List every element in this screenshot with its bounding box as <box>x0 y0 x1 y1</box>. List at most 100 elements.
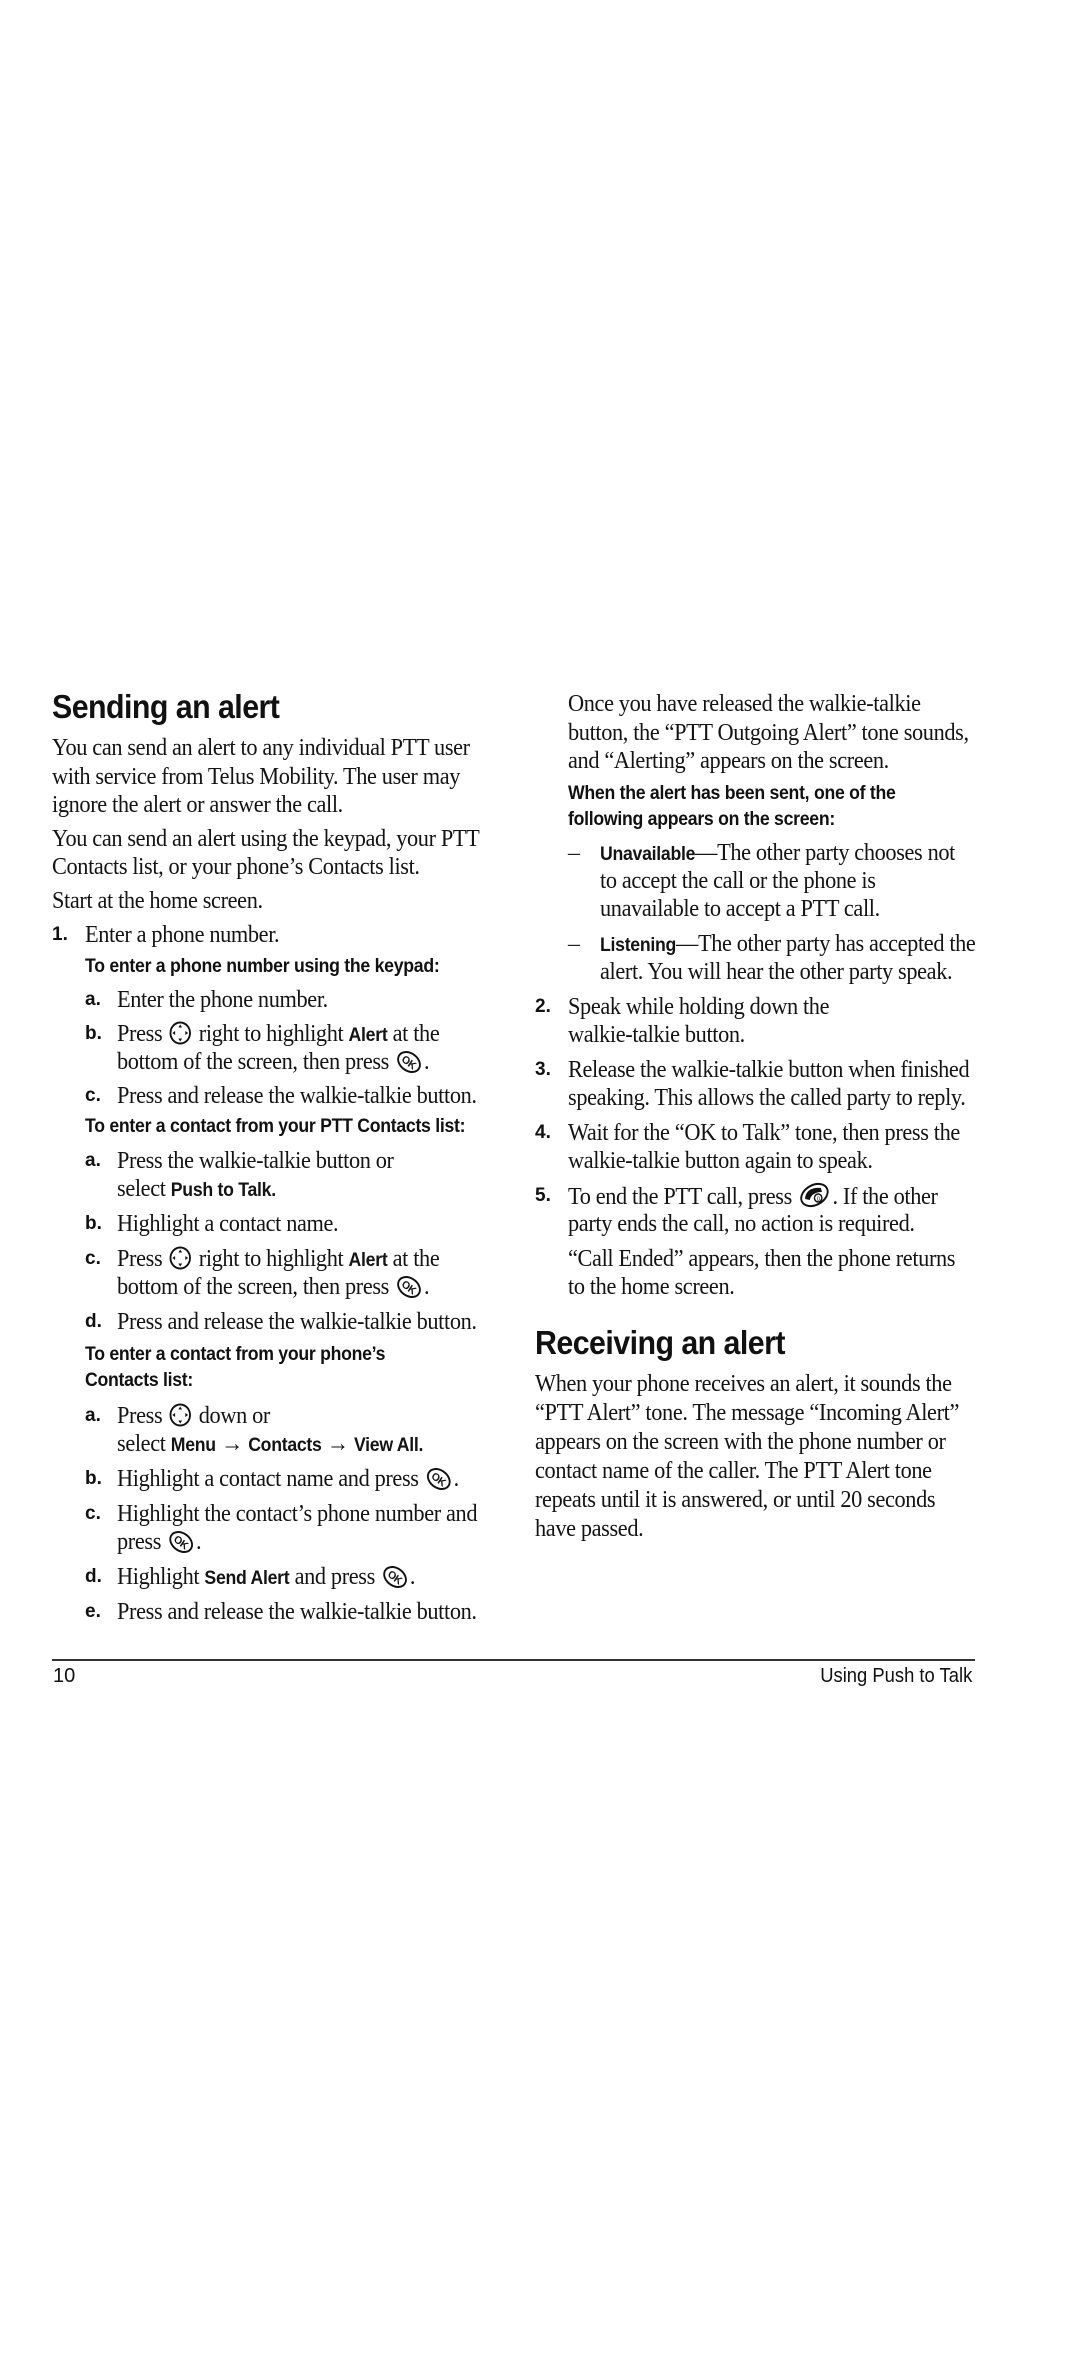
text: Press <box>117 1021 163 1047</box>
text: bottom of the screen, then press <box>117 1274 389 1300</box>
text: bottom of the screen, then press <box>117 1049 389 1075</box>
text: . <box>423 1049 430 1075</box>
bold-label: Send Alert <box>204 1568 290 1589</box>
bullet-line: Listening—The other party has accepted t… <box>600 930 976 960</box>
subheading-phone-contacts: To enter a contact from your phone’s <box>85 1344 386 1365</box>
contacts-label: Contacts <box>248 1435 322 1456</box>
step-line: select Push to Talk. <box>117 1175 276 1205</box>
step-letter: d. <box>85 1566 102 1587</box>
receiving-line: have passed. <box>535 1516 644 1542</box>
receiving-line: appears on the screen with the phone num… <box>535 1429 946 1455</box>
ok-key-icon: OK <box>426 1468 452 1497</box>
receiving-line: “PTT Alert” tone. The message “Incoming … <box>535 1400 959 1426</box>
step-letter: e. <box>85 1601 101 1622</box>
menu-label: Menu <box>170 1435 216 1456</box>
step-text: Press and release the walkie-talkie butt… <box>117 1083 477 1109</box>
intro-line: button, the “PTT Outgoing Alert” tone so… <box>568 720 969 746</box>
step-letter: c. <box>85 1503 101 1524</box>
step-text: Speak while holding down the <box>568 994 830 1020</box>
text: select <box>117 1176 166 1202</box>
subheading-ptt-contacts: To enter a contact from your PTT Contact… <box>85 1116 466 1137</box>
bullet-dash: – <box>568 840 580 866</box>
text: Press <box>117 1403 163 1429</box>
subheading-keypad: To enter a phone number using the keypad… <box>85 956 440 977</box>
intro-line: with service from Telus Mobility. The us… <box>52 764 461 790</box>
intro-line: ignore the alert or answer the call. <box>52 792 343 818</box>
section-heading-sending: Sending an alert <box>52 688 280 725</box>
footer-section-title: Using Push to Talk <box>819 1665 972 1687</box>
bullet-line: to accept the call or the phone is <box>600 868 876 894</box>
subheading-phone-contacts: Contacts list: <box>85 1370 194 1391</box>
step-text: Wait for the “OK to Talk” tone, then pre… <box>568 1120 960 1146</box>
step-text: Highlight a contact name. <box>117 1211 339 1237</box>
text: Press <box>117 1246 163 1272</box>
subheading-alert-sent: When the alert has been sent, one of the <box>568 783 896 804</box>
step-line: Highlight a contact name and press OK. <box>117 1465 459 1497</box>
step-text: speaking. This allows the called party t… <box>568 1085 966 1111</box>
call-ended-line: to the home screen. <box>568 1274 735 1300</box>
step-text: walkie-talkie button. <box>568 1022 745 1048</box>
intro-line: Once you have released the walkie-talkie <box>568 691 921 717</box>
step-line: bottom of the screen, then press OK. <box>117 1273 430 1305</box>
step-line: bottom of the screen, then press OK. <box>117 1048 430 1080</box>
text: at the <box>392 1021 440 1047</box>
intro-line: You can send an alert to any individual … <box>52 735 470 761</box>
bold-label: Alert <box>348 1250 388 1271</box>
intro-line: and “Alerting” appears on the screen. <box>568 748 889 774</box>
step-text: Press and release the walkie-talkie butt… <box>117 1309 477 1335</box>
bullet-line: alert. You will hear the other party spe… <box>600 959 953 985</box>
bold-label: Alert <box>348 1025 388 1046</box>
bold-label: Push to Talk. <box>170 1180 276 1201</box>
ok-key-icon: OK <box>168 1531 194 1560</box>
bullet-dash: – <box>568 931 580 957</box>
ok-key-icon: OK <box>396 1051 422 1080</box>
step-letter: c. <box>85 1248 101 1269</box>
view-all-label: View All. <box>353 1435 424 1456</box>
step-letter: a. <box>85 1405 101 1426</box>
text: —The other party chooses not <box>695 840 955 866</box>
text: Highlight <box>117 1564 200 1590</box>
step-text: Press the walkie-talkie button or <box>117 1148 394 1174</box>
step-letter: b. <box>85 1213 102 1234</box>
text: select <box>117 1431 166 1457</box>
step-letter: a. <box>85 1150 101 1171</box>
footer-rule <box>52 1659 975 1661</box>
ok-key-icon: OK <box>382 1566 408 1595</box>
step-text: Press and release the walkie-talkie butt… <box>117 1599 477 1625</box>
text: down or <box>198 1403 271 1429</box>
text: . <box>195 1529 202 1555</box>
receiving-line: contact name of the caller. The PTT Aler… <box>535 1458 932 1484</box>
step-line: select Menu → Contacts → View All. <box>117 1430 423 1460</box>
step-text: party ends the call, no action is requir… <box>568 1211 915 1237</box>
step-number: 2. <box>535 996 551 1017</box>
section-heading-receiving: Receiving an alert <box>535 1324 785 1361</box>
call-ended-line: “Call Ended” appears, then the phone ret… <box>568 1246 956 1272</box>
ok-key-icon: OK <box>396 1276 422 1305</box>
step-text: walkie-talkie button again to speak. <box>568 1148 873 1174</box>
text: Highlight a contact name and press <box>117 1466 419 1492</box>
step-number: 1. <box>52 924 68 945</box>
page-number: 10 <box>53 1665 76 1687</box>
arrow: → <box>221 1431 243 1457</box>
step-text: Highlight the contact’s phone number and <box>117 1501 478 1527</box>
svg-text:0: 0 <box>817 1197 820 1203</box>
status-listening: Listening <box>600 935 677 956</box>
step-text: Enter a phone number. <box>85 922 280 948</box>
manual-page: Sending an alert You can send an alert t… <box>0 0 1080 2376</box>
step-letter: a. <box>85 989 101 1010</box>
step-letter: c. <box>85 1085 101 1106</box>
receiving-line: repeats until it is answered, or until 2… <box>535 1487 936 1513</box>
text: and press <box>294 1564 376 1590</box>
start-line: Start at the home screen. <box>52 888 263 914</box>
step-letter: b. <box>85 1468 102 1489</box>
subheading-alert-sent: following appears on the screen: <box>568 809 835 830</box>
text: press <box>117 1529 162 1555</box>
text: right to highlight <box>198 1246 344 1272</box>
step-letter: b. <box>85 1023 102 1044</box>
text: right to highlight <box>198 1021 344 1047</box>
step-text: Enter the phone number. <box>117 987 328 1013</box>
text: . If the other <box>832 1184 938 1210</box>
bullet-line: Unavailable—The other party chooses not <box>600 839 955 869</box>
para-line: Contacts list, or your phone’s Contacts … <box>52 854 420 880</box>
step-number: 5. <box>535 1185 551 1206</box>
